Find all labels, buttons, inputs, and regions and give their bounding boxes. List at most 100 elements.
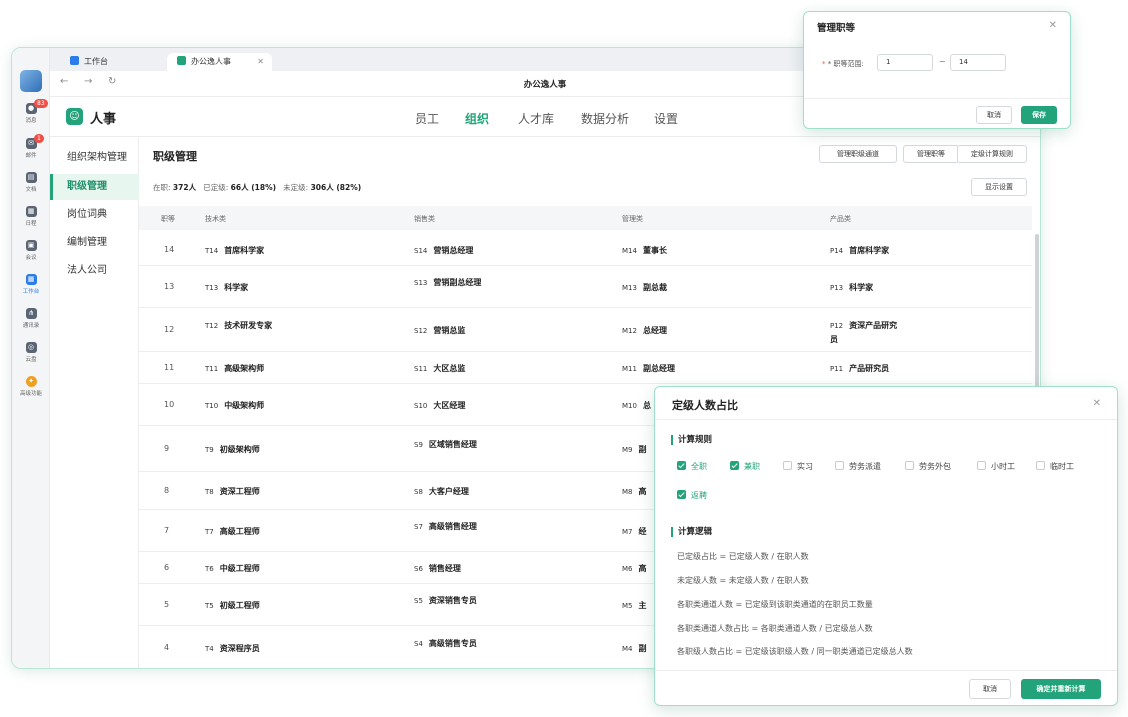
close-icon[interactable]: ✕ <box>1093 398 1101 409</box>
level-cell: 6 <box>164 563 170 572</box>
tech-grade-cell: T13 科学家 <box>205 281 280 295</box>
grade-code: T11 <box>205 365 219 373</box>
option-checkbox[interactable]: 兼职 <box>730 461 760 472</box>
manage-level-button[interactable]: 管理职等 <box>903 145 959 163</box>
option-checkbox[interactable]: 实习 <box>783 461 813 472</box>
tech-grade-cell: T12 技术研发专家 <box>205 319 280 333</box>
sales-grade-cell: S5 资深销售专员 <box>414 594 489 608</box>
menu-headcount[interactable]: 编制管理 <box>50 230 139 256</box>
save-button[interactable]: 保存 <box>1021 106 1057 124</box>
manage-grade-channel-button[interactable]: 管理职级通道 <box>819 145 897 163</box>
option-checkbox[interactable]: 劳务派遣 <box>835 461 881 472</box>
grade-name: 资深工程师 <box>219 487 260 496</box>
dock-item-workbench[interactable]: ▦ 工作台 <box>12 274 50 295</box>
rules-section-title: 计算规则 <box>671 435 712 445</box>
grade-code: S5 <box>414 597 423 605</box>
option-checkbox[interactable]: 全职 <box>677 461 707 472</box>
grading-ratio-dialog: 定级人数占比 ✕ 计算规则 全职 兼职 实习 劳务派遣 劳务外包 小时工 临时工 返聘 计算逻… <box>654 386 1118 706</box>
cancel-button[interactable]: 取消 <box>976 106 1012 124</box>
tech-grade-cell: T14 首席科学家 <box>205 244 280 258</box>
table-row: 13 T13 科学家 S13 营销副总经理 M13 副总裁 P13 科学家 <box>139 266 1032 308</box>
close-icon[interactable]: ✕ <box>257 53 264 71</box>
cancel-button[interactable]: 取消 <box>969 679 1011 699</box>
grade-code: S12 <box>414 327 428 335</box>
grade-code: T7 <box>205 528 214 536</box>
nav-employee[interactable]: 员工 <box>415 110 439 127</box>
grade-code: S11 <box>414 365 428 373</box>
dock-item-contacts[interactable]: ⋔ 通讯录 <box>12 308 50 329</box>
grading-rules-button[interactable]: 定级计算规则 <box>957 145 1027 163</box>
nav-analytics[interactable]: 数据分析 <box>581 110 629 127</box>
sales-grade-cell: S11 大区总监 <box>414 362 489 376</box>
menu-legal-entity[interactable]: 法人公司 <box>50 258 139 284</box>
prod-grade-cell: P11 产品研究员 <box>830 362 905 376</box>
dock-item-drive[interactable]: ◎ 云盘 <box>12 342 50 363</box>
grade-code: T14 <box>205 247 219 255</box>
grade-code: S14 <box>414 247 428 255</box>
grade-code: S7 <box>414 523 423 531</box>
tab-workbench[interactable]: 工作台 <box>60 53 160 71</box>
menu-grade-management[interactable]: 职级管理 <box>50 174 139 200</box>
range-from-input[interactable]: 1 <box>877 54 933 71</box>
tech-grade-cell: T7 高级工程师 <box>205 525 280 539</box>
option-checkbox[interactable]: 小时工 <box>977 461 1015 472</box>
grade-code: S4 <box>414 640 423 648</box>
grade-name: 大区总监 <box>433 364 466 373</box>
grade-code: S13 <box>414 279 428 287</box>
grade-code: M14 <box>622 247 637 255</box>
grade-code: S9 <box>414 441 423 449</box>
logic-section-title: 计算逻辑 <box>671 527 712 537</box>
table-row: 12 T12 技术研发专家 S12 营销总监 M12 总经理 P12 资深产品研究员 <box>139 308 1032 352</box>
option-checkbox[interactable]: 临时工 <box>1036 461 1074 472</box>
grade-name: 营销总经理 <box>433 246 474 255</box>
dock-item-messages[interactable]: ● 83 消息 <box>12 99 50 124</box>
checkbox-icon <box>677 490 686 499</box>
display-settings-button[interactable]: 显示设置 <box>971 178 1027 196</box>
nav-organization[interactable]: 组织 <box>465 110 489 127</box>
grade-code: M8 <box>622 488 633 496</box>
checkbox-icon <box>835 461 844 470</box>
option-label: 实习 <box>797 462 813 471</box>
grade-name: 副总裁 <box>642 283 667 292</box>
checkbox-icon <box>977 461 986 470</box>
grade-code: P11 <box>830 365 844 373</box>
grade-name: 副 <box>638 644 647 653</box>
level-cell: 13 <box>164 282 175 291</box>
grade-name: 高级工程师 <box>219 527 260 536</box>
mgmt-grade-cell: M14 董事长 <box>622 244 697 258</box>
close-icon[interactable]: ✕ <box>1049 20 1057 31</box>
grade-code: T9 <box>205 446 214 454</box>
dock-item-meeting[interactable]: ▣ 会议 <box>12 240 50 261</box>
level-cell: 9 <box>164 444 170 453</box>
grade-name: 技术研发专家 <box>224 321 273 330</box>
option-checkbox[interactable]: 返聘 <box>677 490 707 501</box>
option-checkbox[interactable]: 劳务外包 <box>905 461 951 472</box>
dock-item-advanced[interactable]: ✦ 高级功能 <box>12 376 50 397</box>
option-label: 劳务外包 <box>919 462 951 471</box>
menu-position-dictionary[interactable]: 岗位词典 <box>50 202 139 228</box>
grade-name: 副 <box>638 445 647 454</box>
logic-line: 各职类通道人数占比 = 各职类通道人数 / 已定级总人数 <box>677 624 873 633</box>
grade-name: 高 <box>638 564 647 573</box>
sales-grade-cell: S7 高级销售经理 <box>414 520 489 534</box>
nav-talent[interactable]: 人才库 <box>518 110 554 127</box>
grade-code: T6 <box>205 565 214 573</box>
option-label: 兼职 <box>744 462 760 471</box>
checkbox-icon <box>905 461 914 470</box>
grade-name: 销售经理 <box>428 564 461 573</box>
contacts-icon: ⋔ <box>25 308 37 319</box>
dock-item-mail[interactable]: ✉ 1 邮件 <box>12 134 50 159</box>
calendar-icon: ▦ <box>25 206 37 217</box>
avatar[interactable] <box>20 70 42 92</box>
grade-name: 高级架构师 <box>224 364 265 373</box>
tab-hr[interactable]: 办公逸人事 ✕ <box>167 53 272 71</box>
grade-name: 经 <box>638 527 647 536</box>
dock-item-docs[interactable]: ▤ 文档 <box>12 172 50 193</box>
confirm-recalculate-button[interactable]: 确定并重新计算 <box>1021 679 1101 699</box>
nav-settings[interactable]: 设置 <box>654 110 678 127</box>
dock-item-calendar[interactable]: ▦ 日程 <box>12 206 50 227</box>
grade-name: 营销总监 <box>433 326 466 335</box>
range-to-input[interactable]: 14 <box>950 54 1006 71</box>
menu-org-structure[interactable]: 组织架构管理 <box>50 145 139 171</box>
level-cell: 14 <box>164 245 175 254</box>
